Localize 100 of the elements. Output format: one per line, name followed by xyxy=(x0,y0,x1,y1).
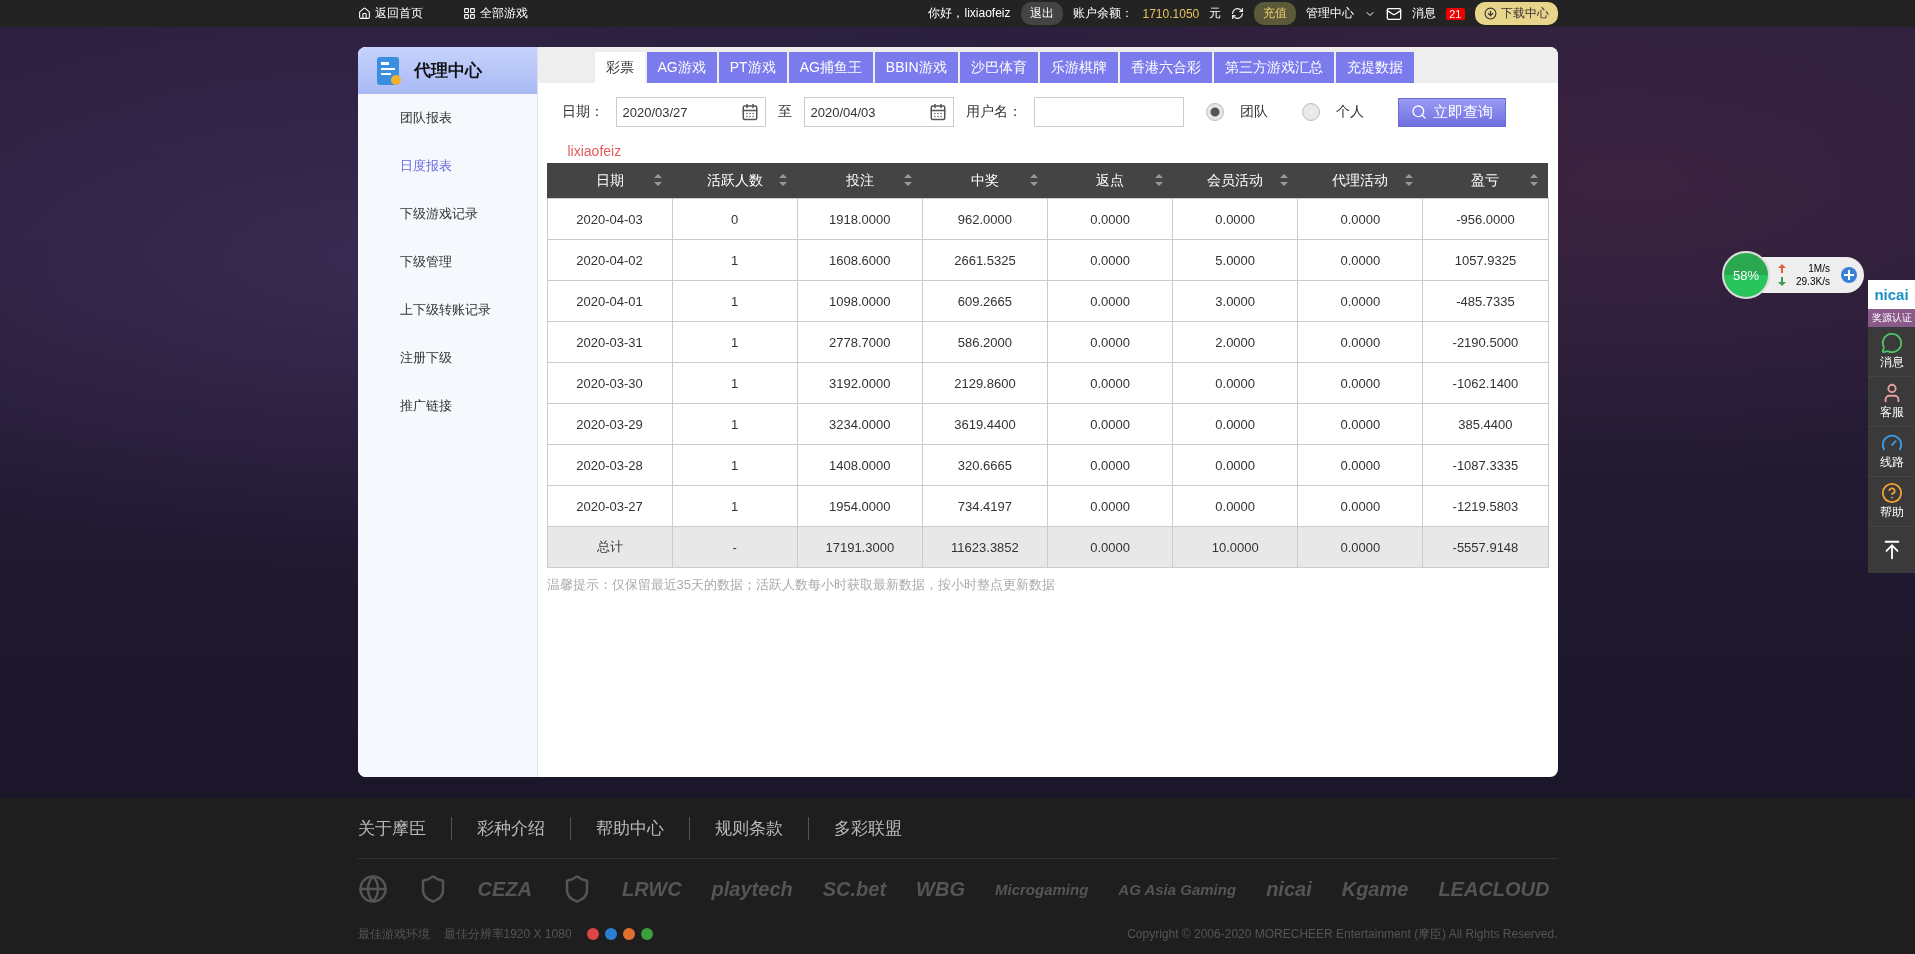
logout-button[interactable]: 退出 xyxy=(1020,2,1063,25)
tab[interactable]: BBIN游戏 xyxy=(874,52,958,83)
table-cell: 0.0000 xyxy=(1297,280,1423,322)
table-cell: 0.0000 xyxy=(1172,198,1298,240)
sort-icon[interactable] xyxy=(1530,174,1538,186)
tab[interactable]: 乐游棋牌 xyxy=(1039,52,1118,83)
table-cell: 0.0000 xyxy=(1297,362,1423,404)
table-cell: -1062.1400 xyxy=(1422,362,1548,404)
table-cell: 5.0000 xyxy=(1172,239,1298,281)
chat-icon xyxy=(1880,332,1903,354)
table-cell: 0.0000 xyxy=(1047,444,1173,486)
table-cell: 0.0000 xyxy=(1297,444,1423,486)
table-cell: 586.2000 xyxy=(922,321,1048,363)
sidebar-item[interactable]: 注册下级 xyxy=(357,334,537,382)
table-cell: 1 xyxy=(672,485,798,527)
column-header[interactable]: 活跃人数 xyxy=(672,163,798,199)
table-cell: 0.0000 xyxy=(1047,321,1173,363)
hint-text: 温馨提示：仅保留最近35天的数据；活跃人数每小时获取最新数据，按小时整点更新数据 xyxy=(545,576,1056,594)
footer-link[interactable]: 规则条款 xyxy=(688,816,808,840)
table-cell: 0.0000 xyxy=(1047,362,1173,404)
tab[interactable]: 彩票 xyxy=(594,52,645,83)
footer-link[interactable]: 彩种介绍 xyxy=(450,816,570,840)
messages-link[interactable]: 消息 xyxy=(1412,5,1437,22)
grid-icon xyxy=(462,7,476,20)
total-cell: 17191.3000 xyxy=(797,526,923,568)
browser-icon xyxy=(621,927,636,941)
username-field[interactable] xyxy=(1033,97,1184,127)
column-header[interactable]: 代理活动 xyxy=(1297,163,1423,199)
sort-icon[interactable] xyxy=(654,174,663,186)
sidebar-item[interactable]: 推广链接 xyxy=(357,382,537,430)
tab[interactable]: PT游戏 xyxy=(718,52,787,83)
footer-link[interactable]: 多彩联盟 xyxy=(807,816,927,840)
column-header[interactable]: 返点 xyxy=(1047,163,1173,199)
tab[interactable]: AG游戏 xyxy=(646,52,717,83)
footer-link[interactable]: 关于摩臣 xyxy=(357,816,451,840)
tab[interactable]: 充提数据 xyxy=(1335,52,1414,83)
table-cell: 2020-04-02 xyxy=(547,239,673,281)
tab[interactable]: AG捕鱼王 xyxy=(788,52,873,83)
plus-icon[interactable] xyxy=(1839,266,1858,284)
message-count: 21 xyxy=(1446,7,1465,20)
tab[interactable]: 香港六合彩 xyxy=(1119,52,1212,83)
sidebar-item[interactable]: 下级管理 xyxy=(357,238,537,286)
upload-speed: 1M/s xyxy=(1807,263,1830,274)
table-cell: 734.4197 xyxy=(922,485,1048,527)
dock-item[interactable]: 消息 xyxy=(1868,327,1915,377)
dock-item[interactable]: 线路 xyxy=(1868,427,1915,477)
radio-button[interactable] xyxy=(1301,103,1320,121)
recharge-button[interactable]: 充值 xyxy=(1254,2,1297,25)
table-cell: 3234.0000 xyxy=(797,403,923,445)
tab[interactable]: 第三方游戏汇总 xyxy=(1213,52,1334,83)
total-cell: 10.0000 xyxy=(1172,526,1298,568)
certification-label: 奖源认证 xyxy=(1868,309,1915,327)
sidebar-item[interactable]: 日度报表 xyxy=(357,142,537,190)
table-cell: 0.0000 xyxy=(1047,485,1173,527)
end-date-field[interactable]: 2020/04/03 xyxy=(803,97,954,127)
account-name: lixiaofeiz xyxy=(566,142,623,161)
sort-icon[interactable] xyxy=(1404,174,1413,186)
table-cell: -2190.5000 xyxy=(1422,321,1548,363)
table-cell: 2020-03-30 xyxy=(547,362,673,404)
column-header[interactable]: 日期 xyxy=(547,163,673,199)
column-header[interactable]: 投注 xyxy=(797,163,923,199)
calendar-icon[interactable] xyxy=(928,103,947,121)
table-cell: 2778.7000 xyxy=(797,321,923,363)
table-cell: 2020-03-29 xyxy=(547,403,673,445)
table-cell: 0 xyxy=(672,198,798,240)
sidebar-item[interactable]: 下级游戏记录 xyxy=(357,190,537,238)
sidebar-item[interactable]: 上下级转账记录 xyxy=(357,286,537,334)
table-cell: 0.0000 xyxy=(1047,403,1173,445)
dock-item[interactable]: 客服 xyxy=(1868,377,1915,427)
all-games-link[interactable]: 全部游戏 xyxy=(462,5,558,22)
table-cell: 0.0000 xyxy=(1297,403,1423,445)
sort-icon[interactable] xyxy=(1154,174,1163,186)
home-link[interactable]: 返回首页 xyxy=(357,5,453,22)
table-cell: 1098.0000 xyxy=(797,280,923,322)
table-cell: 0.0000 xyxy=(1297,198,1423,240)
footer-link[interactable]: 帮助中心 xyxy=(569,816,689,840)
calendar-icon[interactable] xyxy=(740,103,759,121)
table-cell: 0.0000 xyxy=(1297,239,1423,281)
table-cell: 3619.4400 xyxy=(922,403,1048,445)
total-cell: -5557.9148 xyxy=(1422,526,1548,568)
column-header[interactable]: 中奖 xyxy=(922,163,1048,199)
sidebar-item[interactable]: 团队报表 xyxy=(357,94,537,142)
radio-button[interactable] xyxy=(1205,103,1224,121)
sort-icon[interactable] xyxy=(1029,174,1038,186)
management-menu[interactable]: 管理中心 xyxy=(1306,5,1355,22)
table-cell: 1954.0000 xyxy=(797,485,923,527)
mail-icon[interactable] xyxy=(1386,5,1403,22)
dock-logo[interactable]: nicai xyxy=(1868,280,1915,309)
refresh-icon[interactable] xyxy=(1231,7,1245,20)
tab[interactable]: 沙巴体育 xyxy=(959,52,1038,83)
sort-icon[interactable] xyxy=(779,174,788,186)
sort-icon[interactable] xyxy=(1279,174,1288,186)
sidebar-title: 代理中心 xyxy=(413,60,482,82)
download-button[interactable]: 下载中心 xyxy=(1474,2,1558,25)
column-header[interactable]: 盈亏 xyxy=(1422,163,1548,199)
sort-icon[interactable] xyxy=(904,174,913,186)
table-cell: 0.0000 xyxy=(1047,239,1173,281)
table-cell: 0.0000 xyxy=(1297,321,1423,363)
column-header[interactable]: 会员活动 xyxy=(1172,163,1298,199)
start-date-field[interactable]: 2020/03/27 xyxy=(615,97,766,127)
